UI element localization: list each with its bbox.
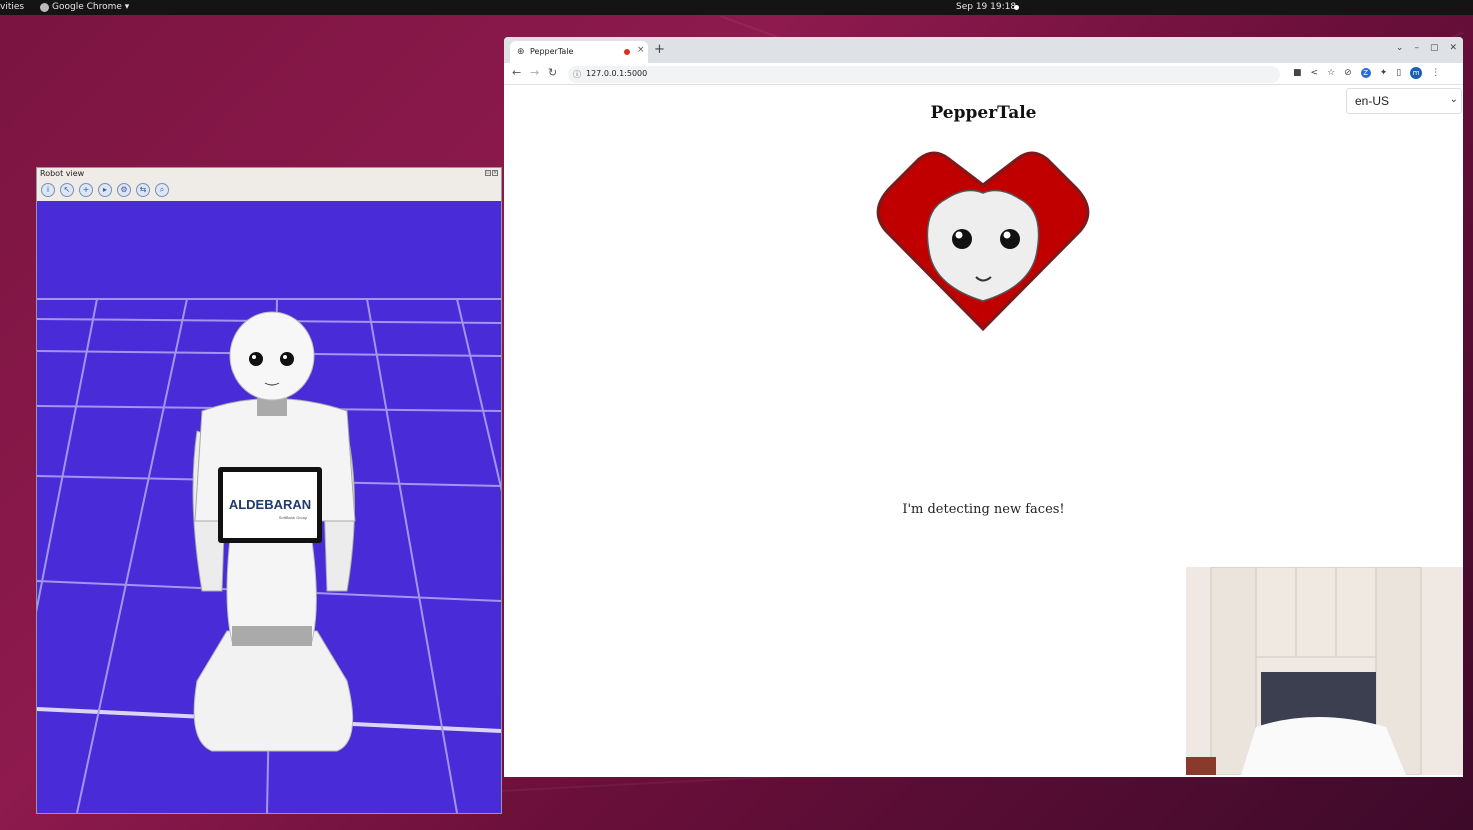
share-icon[interactable]: < [1311,68,1319,78]
close-icon[interactable]: × [492,170,498,176]
recording-dot-icon [624,49,630,55]
robot-scene: ALDEBARAN SoftBank Group [37,298,501,813]
robot-settings-icon[interactable]: ⚙ [117,183,131,197]
browser-window: ⊕ PepperTale × + ⌄ – ▢ ✕ ← → ↻ ⓘ 127.0.0… [504,37,1463,777]
pepper-robot: ALDEBARAN SoftBank Group [192,311,356,752]
profile-avatar[interactable]: m [1410,67,1423,79]
camera-preview [1186,567,1463,775]
tab-close-icon[interactable]: × [637,45,645,55]
status-message: I'm detecting new faces! [902,502,1065,517]
address-bar[interactable]: ⓘ 127.0.0.1:5000 [568,66,1280,83]
page-content: PepperTale en-US ⌄ I'm detecting new fac… [504,86,1463,777]
app-menu[interactable]: Google Chrome ▾ [40,2,129,12]
robot-toolbar: i ↖ + ▸ ⚙ ⇆ ⌕ [41,183,169,197]
link-icon[interactable]: ⊘ [1344,68,1352,78]
side-panel-icon[interactable]: ▯ [1396,68,1401,78]
puzzle-extensions-icon[interactable]: ✦ [1380,68,1388,78]
robot-search-icon[interactable]: ⌕ [155,183,169,197]
activities-button[interactable]: vities [0,2,24,12]
forward-icon[interactable]: → [530,66,539,79]
tab-title: PepperTale [530,47,574,56]
top-bar: vities Google Chrome ▾ Sep 19 19:18 [0,0,1473,15]
app-menu-label: Google Chrome ▾ [52,2,130,12]
cursor-icon[interactable]: ↖ [60,183,74,197]
robot-run-icon[interactable]: ▸ [98,183,112,197]
site-info-icon[interactable]: ⓘ [573,69,581,80]
chevron-down-icon: ⌄ [1449,94,1458,105]
window-title: Robot view [40,169,85,178]
clock[interactable]: Sep 19 19:18 [956,2,1016,12]
window-controls: ▫ × [485,170,498,176]
robot-add-icon[interactable]: + [79,183,93,197]
language-select[interactable]: en-US ⌄ [1346,88,1462,114]
url-text: 127.0.0.1:5000 [586,69,648,78]
reload-icon[interactable]: ↻ [548,66,557,79]
info-icon[interactable]: i [41,183,55,197]
toolbar-icons: ■ < ☆ ⊘ Z ✦ ▯ m ⋮ [1293,67,1440,79]
menu-kebab-icon[interactable]: ⋮ [1431,68,1440,78]
robot-3d-view[interactable]: ALDEBARAN SoftBank Group [37,201,501,813]
tab-strip: ⊕ PepperTale × + ⌄ – ▢ ✕ [504,37,1463,63]
tab-search-icon[interactable]: ⌄ [1396,43,1404,53]
tab-peppertale[interactable]: ⊕ PepperTale × [510,41,648,63]
maximize-icon[interactable]: ▢ [1430,43,1439,53]
robot-view-window: Robot view ▫ × i ↖ + ▸ ⚙ ⇆ ⌕ ALDEBARAN S… [36,167,502,814]
camera-in-use-icon[interactable]: ■ [1293,68,1302,78]
minimize-icon[interactable]: – [1414,43,1419,53]
bookmark-star-icon[interactable]: ☆ [1327,68,1335,78]
tablet-brand-sub: SoftBank Group [279,515,308,520]
page-title: PepperTale [930,103,1037,123]
back-icon[interactable]: ← [512,66,521,79]
new-tab-button[interactable]: + [654,42,665,57]
tablet-brand-logo: ALDEBARAN [229,497,311,512]
language-value: en-US [1355,94,1390,108]
peppertale-logo [876,151,1090,332]
globe-icon: ⊕ [517,47,525,57]
navigation-bar: ← → ↻ ⓘ 127.0.0.1:5000 ■ < ☆ ⊘ Z ✦ ▯ m ⋮ [504,63,1463,85]
window-controls: ⌄ – ▢ ✕ [1396,43,1457,53]
recording-indicator-icon [1014,5,1019,10]
float-icon[interactable]: ▫ [485,170,491,176]
robot-connect-icon[interactable]: ⇆ [136,183,150,197]
extension-icon[interactable]: Z [1360,68,1371,78]
close-icon[interactable]: ✕ [1449,43,1457,53]
camera-feed-image [1186,567,1463,775]
chrome-icon [40,2,49,12]
